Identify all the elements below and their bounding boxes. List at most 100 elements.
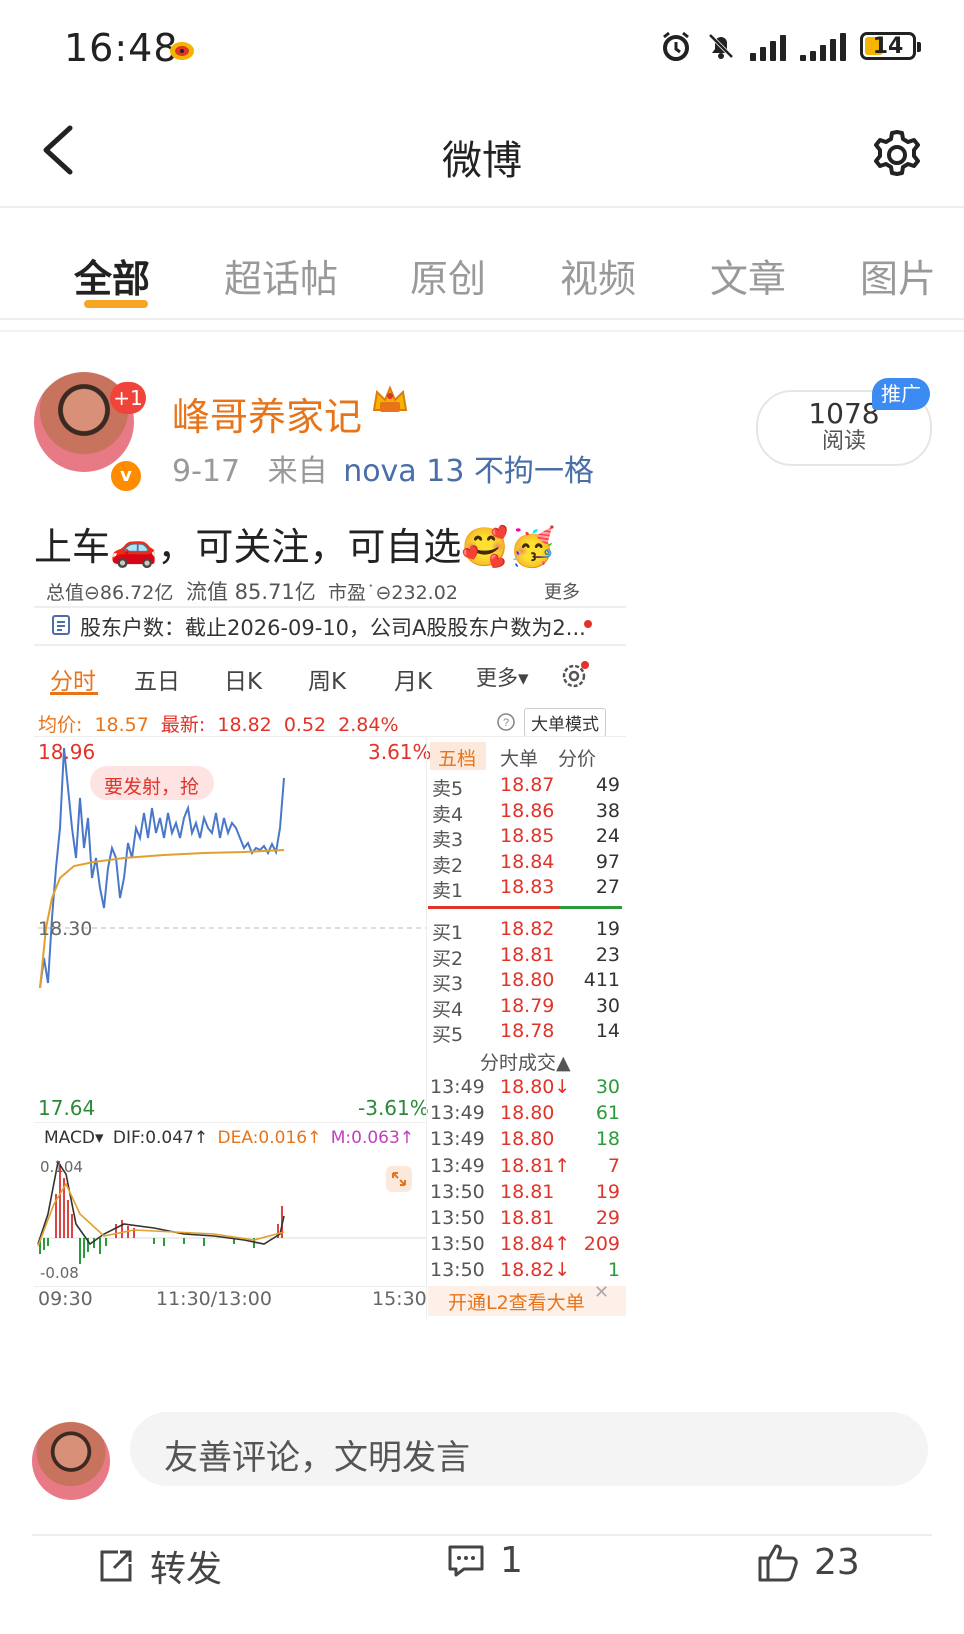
comment-button[interactable]: 1 (446, 1540, 523, 1581)
trade-price: 18.80 (500, 1128, 555, 1151)
weibo-notification-icon (170, 42, 194, 60)
author-name[interactable]: 峰哥养家记 (172, 386, 362, 441)
bid-label: 买4 (432, 998, 464, 1021)
trade-vol: 30 (595, 1076, 620, 1098)
bid-volume: 14 (595, 1020, 620, 1042)
like-button[interactable]: 23 (756, 1540, 860, 1584)
macd-label: MACD▾ (44, 1128, 104, 1148)
trade-price: 18.81↑ (500, 1154, 571, 1177)
signal-icon-2 (800, 31, 846, 61)
bid-price: 18.80 (500, 969, 555, 991)
like-count: 23 (814, 1541, 860, 1583)
notice-doc-icon (52, 615, 70, 635)
price-change: 0.52 (283, 714, 327, 736)
orderbook-tab-big: 大单 (500, 748, 539, 770)
trade-time: 13:50 (430, 1233, 485, 1256)
bid-price: 18.81 (500, 943, 555, 966)
tab-super-topic[interactable]: 超话帖 (224, 248, 338, 303)
stock-settings-icon (562, 661, 589, 688)
post-meta: 9-17 来自 nova 13 不拘一格 (172, 446, 594, 490)
tabs-divider (0, 318, 964, 320)
read-label: 阅读 (821, 429, 866, 454)
stock-tab-daily: 日K (224, 669, 263, 695)
macd-axis-top: 0.104 (40, 1158, 83, 1176)
macd-chart (37, 1159, 426, 1264)
action-divider (32, 1534, 932, 1536)
crown-vip-icon (372, 385, 408, 412)
ask-label: 卖4 (432, 803, 464, 826)
comment-count: 1 (500, 1540, 523, 1581)
ask-label: 卖5 (432, 778, 464, 800)
filter-tabs: 全部 超话帖 原创 视频 文章 图片 (0, 220, 964, 330)
bid-label: 买1 (432, 922, 464, 944)
tab-original[interactable]: 原创 (410, 248, 486, 303)
alarm-icon (663, 31, 689, 61)
post-image-stock-chart[interactable]: 总值⊖86.72亿 流值 85.71亿 市盈˙⊖232.02 更多 股东户数：截… (34, 574, 626, 1344)
trade-vol: 18 (595, 1128, 620, 1151)
trade-price: 18.80↓ (500, 1076, 571, 1098)
macd-dif: DIF:0.047↑ (112, 1128, 209, 1148)
trade-vol: 1 (607, 1259, 620, 1282)
bid-price: 18.78 (500, 1020, 555, 1042)
stock-float-value: 流值 85.71亿 (186, 580, 316, 604)
big-order-mode: 大单模式 (524, 708, 606, 737)
source-device[interactable]: nova 13 不拘一格 (343, 454, 594, 489)
svg-text:?: ? (503, 717, 509, 729)
latest-price: 18.82 (217, 714, 272, 736)
ask-volume: 38 (595, 799, 620, 822)
axis-top-price: 18.96 (38, 740, 96, 764)
trade-price: 18.80 (500, 1102, 555, 1125)
axis-top-pct: 3.61% (368, 740, 432, 764)
repost-button[interactable]: 转发 (96, 1540, 222, 1592)
trade-price: 18.82↓ (500, 1259, 571, 1282)
promote-badge[interactable]: 推广 (872, 378, 930, 410)
macd-m: M:0.063↑ (330, 1128, 415, 1148)
tab-all[interactable]: 全部 (74, 248, 150, 303)
l2-close-icon: ✕ (594, 1282, 610, 1303)
trade-time: 13:50 (430, 1207, 485, 1229)
comment-placeholder: 友善评论，文明发言 (164, 1438, 470, 1478)
signal-icon-1 (750, 31, 786, 61)
stock-more: 更多 (544, 582, 580, 603)
ask-price: 18.84 (500, 850, 555, 873)
tab-active-indicator (84, 300, 148, 308)
like-thumb-icon (758, 1544, 798, 1582)
stock-total-value: 总值⊖86.72亿 (46, 582, 174, 604)
ask-label: 卖2 (432, 854, 464, 877)
trade-vol: 61 (595, 1102, 620, 1125)
ask-price: 18.86 (500, 799, 555, 822)
trade-time: 13:49 (430, 1128, 485, 1151)
settings-gear-icon[interactable] (868, 126, 926, 184)
tab-article[interactable]: 文章 (710, 248, 786, 303)
trade-vol: 19 (595, 1180, 620, 1203)
tab-video[interactable]: 视频 (560, 248, 636, 303)
tab-image[interactable]: 图片 (860, 248, 936, 303)
mute-icon (708, 33, 734, 59)
macd-dea: DEA:0.016↑ (217, 1128, 322, 1148)
trade-vol: 7 (607, 1154, 620, 1177)
bid-volume: 19 (595, 918, 620, 940)
trade-time: 13:49 (430, 1154, 485, 1177)
trade-time: 13:50 (430, 1180, 485, 1203)
section-divider (0, 330, 964, 332)
trade-vol: 29 (595, 1207, 620, 1229)
ask-label: 卖3 (432, 829, 464, 851)
stock-tab-weekly: 周K (308, 669, 347, 695)
my-avatar[interactable] (32, 1422, 110, 1500)
bid-label: 买3 (432, 973, 464, 995)
avg-price: 18.57 (94, 714, 149, 736)
help-icon: ? (497, 713, 515, 731)
avg-label: 均价: (38, 714, 83, 736)
comment-input[interactable]: 友善评论，文明发言 (130, 1412, 928, 1486)
post-text: 上车🚗，可关注，可自选🥰🥳 (34, 525, 556, 569)
ask-price: 18.83 (500, 876, 555, 898)
bid-volume: 30 (595, 994, 620, 1017)
trade-time: 13:49 (430, 1076, 485, 1098)
stock-pe: 市盈˙⊖232.02 (328, 582, 458, 604)
bid-volume: 411 (583, 969, 620, 991)
stock-tab-monthly: 月K (394, 669, 433, 695)
chart-annotation: 要发射，抢 (104, 776, 200, 798)
trade-time: 13:50 (430, 1259, 485, 1282)
verified-badge-icon: v (108, 458, 144, 494)
bid-volume: 23 (595, 943, 620, 966)
